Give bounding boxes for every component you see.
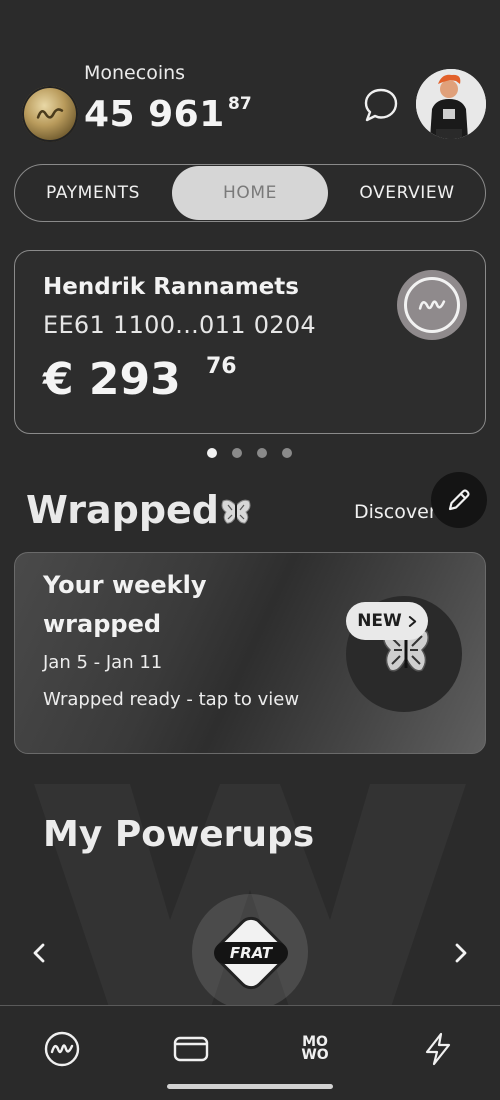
- edit-button[interactable]: [431, 472, 487, 528]
- tab-overview[interactable]: OVERVIEW: [328, 164, 486, 222]
- wrapped-heading: Wrapped: [26, 488, 220, 532]
- pager-dot-1[interactable]: [207, 448, 217, 458]
- tab-home[interactable]: HOME: [172, 164, 328, 222]
- mowo-bottom-text: WO: [301, 1047, 329, 1063]
- frat-powerup[interactable]: FRAT: [206, 908, 296, 998]
- pencil-icon: [448, 489, 470, 511]
- nav-card-icon[interactable]: [172, 1030, 210, 1068]
- coins-label: Monecoins: [84, 62, 186, 84]
- butterfly-icon: [221, 499, 251, 524]
- frat-label: FRAT: [229, 944, 273, 962]
- account-iban: EE61 1100...011 0204: [43, 311, 316, 339]
- account-holder-name: Hendrik Rannamets: [43, 274, 299, 300]
- chevron-right-icon[interactable]: [446, 938, 476, 968]
- new-badge: NEW: [346, 602, 428, 640]
- coins-cents: 87: [228, 94, 252, 114]
- powerups-heading: My Powerups: [43, 814, 315, 855]
- home-indicator[interactable]: [167, 1084, 333, 1089]
- account-balance-cents: 76: [206, 354, 237, 379]
- pager-dot-2[interactable]: [232, 448, 242, 458]
- nav-home-icon[interactable]: [43, 1030, 81, 1068]
- profile-avatar[interactable]: [416, 69, 486, 139]
- nav-lightning-icon[interactable]: [419, 1030, 457, 1068]
- new-badge-label: NEW: [357, 611, 402, 631]
- monecoin-icon: [22, 86, 78, 142]
- chat-bubble-icon[interactable]: [362, 86, 400, 124]
- coins-value: 45 961: [84, 94, 225, 135]
- account-balance: € 293: [43, 354, 181, 405]
- chevron-right-icon: [408, 615, 416, 627]
- pager-dot-3[interactable]: [257, 448, 267, 458]
- wrapped-date-range: Jan 5 - Jan 11: [43, 652, 163, 673]
- pager-dot-4[interactable]: [282, 448, 292, 458]
- nav-mowo-icon[interactable]: MO WO: [296, 1030, 334, 1068]
- wrapped-card-title: Your weekly wrapped: [43, 571, 207, 638]
- tab-payments[interactable]: PAYMENTS: [14, 164, 172, 222]
- bank-logo-icon: [397, 270, 467, 340]
- chevron-left-icon[interactable]: [24, 938, 54, 968]
- wrapped-status: Wrapped ready - tap to view: [43, 689, 300, 710]
